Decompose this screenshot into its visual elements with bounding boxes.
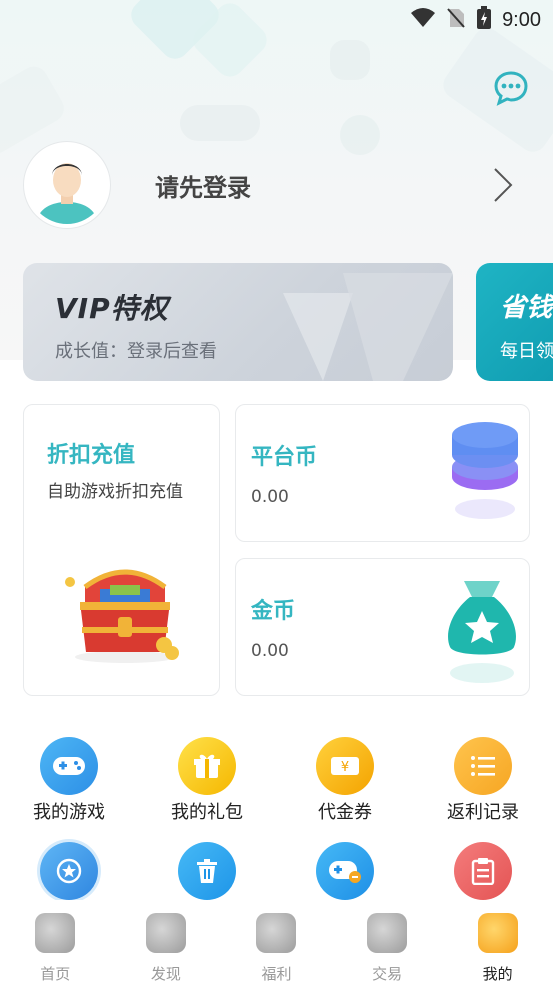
default-avatar-icon xyxy=(28,146,106,224)
bottom-tab-bar: 首页 发现 福利 交易 我的 xyxy=(0,900,553,983)
status-time: 9:00 xyxy=(502,8,541,31)
chat-bubble-icon xyxy=(494,71,528,106)
platform-coin-value: 0.00 xyxy=(251,487,289,507)
no-sim-icon xyxy=(446,7,466,33)
tab-welfare[interactable]: 福利 xyxy=(221,900,332,983)
trash-icon xyxy=(178,842,236,900)
save-subtitle: 每日领 xyxy=(500,341,553,362)
tab-discover[interactable]: 发现 xyxy=(111,900,222,983)
recharge-subtitle: 自助游戏折扣充值 xyxy=(47,482,183,502)
chevron-right-icon[interactable] xyxy=(492,166,514,208)
voucher-label: 代金券 xyxy=(318,802,372,823)
trade-tab-icon xyxy=(367,913,408,953)
home-tab-icon xyxy=(35,913,76,953)
coin-stack-icon xyxy=(452,422,518,519)
vip-title: VIP特权 xyxy=(55,292,169,325)
gold-coin-panel[interactable]: 金币 0.00 xyxy=(235,558,530,696)
status-bar: 9:00 xyxy=(0,0,553,40)
gold-coin-title: 金币 xyxy=(251,599,296,624)
game-download-item[interactable] xyxy=(285,842,405,900)
money-bag-icon xyxy=(448,581,516,683)
gold-coin-value: 0.00 xyxy=(251,641,289,661)
vip-privilege-card[interactable]: VIP特权 成长值：登录后查看 xyxy=(23,263,453,381)
save-title: 省钱 xyxy=(500,293,553,323)
voucher-icon: ¥ xyxy=(316,737,374,795)
tab-trade-label: 交易 xyxy=(372,965,403,983)
clipboard-item[interactable] xyxy=(423,842,543,900)
mine-tab-icon xyxy=(477,913,518,953)
login-row[interactable]: 请先登录 xyxy=(24,142,530,228)
welfare-tab-icon xyxy=(256,913,297,953)
tab-mine[interactable]: 我的 xyxy=(442,900,553,983)
tab-home-label: 首页 xyxy=(40,965,71,983)
my-gifts-label: 我的礼包 xyxy=(171,802,243,823)
avatar[interactable] xyxy=(24,142,110,228)
rebate-records-item[interactable]: 返利记录 xyxy=(423,737,543,824)
my-games-item[interactable]: 我的游戏 xyxy=(9,737,129,824)
rebate-records-label: 返利记录 xyxy=(447,802,519,823)
my-games-label: 我的游戏 xyxy=(33,802,105,823)
message-button[interactable] xyxy=(493,70,529,106)
gamepad-icon xyxy=(40,737,98,795)
platform-coin-title: 平台币 xyxy=(251,445,318,470)
tab-mine-label: 我的 xyxy=(482,965,513,983)
tab-home[interactable]: 首页 xyxy=(0,900,111,983)
battery-icon xyxy=(476,6,492,34)
svg-text:¥: ¥ xyxy=(341,760,349,775)
voucher-item[interactable]: ¥ 代金券 xyxy=(285,737,405,824)
vip-subtitle: 成长值：登录后查看 xyxy=(55,341,217,362)
recycle-item[interactable] xyxy=(147,842,267,900)
gamepad-download-icon xyxy=(316,842,374,900)
recharge-title: 折扣充值 xyxy=(47,443,136,468)
clipboard-icon xyxy=(454,842,512,900)
gift-icon xyxy=(178,737,236,795)
treasure-chest-icon xyxy=(65,569,179,663)
tab-welfare-label: 福利 xyxy=(261,965,292,983)
save-money-card[interactable]: 省钱 每日领 xyxy=(476,263,553,381)
login-prompt[interactable]: 请先登录 xyxy=(155,168,251,203)
discount-recharge-panel[interactable]: 折扣充值 自助游戏折扣充值 xyxy=(23,404,220,696)
favorites-item[interactable] xyxy=(9,842,129,900)
list-icon xyxy=(454,737,512,795)
star-icon xyxy=(40,842,98,900)
tab-trade[interactable]: 交易 xyxy=(332,900,443,983)
tab-discover-label: 发现 xyxy=(150,965,181,983)
wifi-icon xyxy=(410,7,436,33)
discover-tab-icon xyxy=(145,913,186,953)
my-gifts-item[interactable]: 我的礼包 xyxy=(147,737,267,824)
platform-coin-panel[interactable]: 平台币 0.00 xyxy=(235,404,530,542)
